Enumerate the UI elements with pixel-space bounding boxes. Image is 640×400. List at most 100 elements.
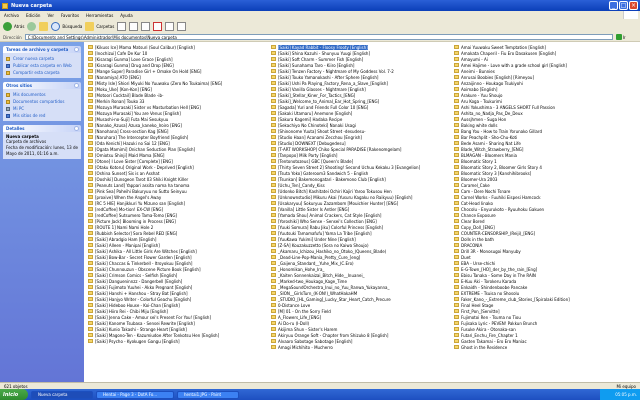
folder-icon bbox=[454, 159, 459, 163]
address-input[interactable]: C:\Documents and Settings\Administrador\… bbox=[24, 34, 613, 40]
file-name: [Sakura Kagemi] Hadaka Recipe bbox=[278, 116, 343, 122]
start-button[interactable]: Inicio bbox=[0, 389, 28, 400]
views-icon[interactable] bbox=[177, 21, 187, 31]
file-name: [Kisaragi Gunma] Love Grace [English] bbox=[95, 56, 173, 62]
collapse-icon[interactable] bbox=[74, 47, 79, 52]
folders-button[interactable]: Carpetas bbox=[85, 21, 114, 32]
place-my-documents[interactable]: Mis documentos bbox=[6, 91, 78, 98]
file-name: [Studio] DOWNEXT [Debugedesu] bbox=[278, 140, 346, 146]
file-name: [Ogata Mamimi] Onichan Seduction Plan [E… bbox=[95, 146, 196, 152]
taskbar-item-browser[interactable]: Hentai - Page 3 - DotA Fo... bbox=[96, 390, 174, 399]
place-my-computer[interactable]: Mi PC bbox=[6, 105, 78, 112]
menu-edicion[interactable]: Edición bbox=[26, 13, 40, 18]
folder-icon bbox=[454, 273, 459, 277]
folder-icon bbox=[454, 279, 459, 283]
task-new-folder[interactable]: Crear nueva carpeta bbox=[6, 55, 78, 62]
folder-icon bbox=[271, 261, 276, 265]
menu-herramientas[interactable]: Herramientas bbox=[86, 13, 113, 18]
file-item[interactable]: Ghost in the Residence bbox=[454, 344, 638, 350]
folder-icon bbox=[88, 75, 93, 79]
copy-icon[interactable] bbox=[129, 21, 139, 31]
file-name: [Kikuss Ice] Mama Matsuri (Soul Calibur)… bbox=[95, 44, 195, 50]
undo-icon[interactable] bbox=[165, 21, 175, 31]
file-name: _Honomikan_Hohe_Ira_ bbox=[278, 266, 325, 272]
file-name: [Saiki] Kanome Tsubasa - Sensei Rewrite … bbox=[95, 320, 195, 326]
file-name: [Saiki] Jenna Cake - Amour sei's Present… bbox=[95, 314, 211, 320]
go-arrow-icon bbox=[615, 34, 622, 40]
folder-icon bbox=[271, 339, 276, 343]
tasks-panel: Tareas de archivo y carpeta Crear nueva … bbox=[3, 46, 81, 78]
folder-icon bbox=[271, 111, 276, 115]
task-share-folder[interactable]: Compartir esta carpeta bbox=[6, 69, 78, 76]
move-icon[interactable] bbox=[141, 21, 151, 31]
file-item[interactable]: Amagi Michihito - Mucherro bbox=[271, 344, 451, 350]
menu-ver[interactable]: Ver bbox=[47, 13, 54, 18]
folder-icon bbox=[88, 303, 93, 307]
folder-icon bbox=[271, 171, 276, 175]
folder-icon bbox=[271, 333, 276, 337]
sync-icon[interactable] bbox=[117, 21, 127, 31]
go-button[interactable]: Ir bbox=[615, 34, 626, 40]
file-name: Fujimotoi Ren - Tsuma no Tiou bbox=[461, 314, 521, 320]
details-panel-header[interactable]: Detalles bbox=[3, 125, 81, 132]
file-item[interactable]: [Saiki] Psycho - Kyokugen Gangu [English… bbox=[88, 338, 268, 344]
task-label: Publicar esta carpeta en Web bbox=[13, 63, 72, 68]
file-name: [Saiki] Shina Kazuhi - Shunyuu Yuugi [En… bbox=[278, 50, 371, 56]
file-name: [Kisaragi Gunma] Drug and Drop [ENG] bbox=[95, 62, 174, 68]
close-button[interactable]: × bbox=[629, 1, 638, 10]
file-name: Amei Hajime - Love with a grade school g… bbox=[461, 62, 567, 68]
folder-icon bbox=[271, 267, 276, 271]
file-name: Chance Exposure bbox=[461, 212, 496, 218]
folder-icon bbox=[271, 285, 276, 289]
go-label: Ir bbox=[622, 34, 626, 40]
window-title: Nueva carpeta bbox=[11, 2, 53, 9]
file-name: [Tsuta Yoko] Gateroom3 Sandwich 5 - Engl… bbox=[278, 170, 369, 176]
place-network[interactable]: Mis sitios de red bbox=[6, 112, 78, 119]
folder-icon bbox=[454, 99, 459, 103]
folder-icon bbox=[454, 189, 459, 193]
minimize-button[interactable]: _ bbox=[609, 1, 618, 10]
file-name: Dolls in the bath bbox=[461, 236, 494, 242]
back-button[interactable]: Atrás bbox=[3, 21, 24, 32]
folder-icon bbox=[271, 153, 276, 157]
folder-icon bbox=[88, 213, 93, 217]
menu-favoritos[interactable]: Favoritos bbox=[61, 13, 79, 18]
search-label: Búsqueda bbox=[62, 23, 83, 29]
forward-button[interactable] bbox=[27, 21, 37, 32]
folder-icon bbox=[454, 297, 459, 301]
maximize-button[interactable]: □ bbox=[619, 1, 628, 10]
folder-icon bbox=[88, 279, 93, 283]
folder-icon bbox=[88, 315, 93, 319]
taskbar: Inicio Nueva carpeta Hentai - Page 3 - D… bbox=[0, 389, 640, 400]
place-shared-documents[interactable]: Documentos compartidos bbox=[6, 98, 78, 105]
file-name: [Rubbish Selector] Sora Rebel RED [ENG] bbox=[95, 230, 178, 236]
folder-icon bbox=[271, 63, 276, 67]
task-publish-web[interactable]: Publicar esta carpeta en Web bbox=[6, 62, 78, 69]
file-name: Bar Peachplit - Sho-Chu-Koti bbox=[461, 134, 518, 140]
collapse-icon[interactable] bbox=[74, 126, 79, 131]
places-panel-header[interactable]: Otros sitios bbox=[3, 82, 81, 89]
file-name: [Otone] I Love Sister [Complete] [ENG] bbox=[95, 158, 173, 164]
folder-icon bbox=[454, 219, 459, 223]
tasks-panel-header[interactable]: Tareas de archivo y carpeta bbox=[3, 46, 81, 53]
start-label: Inicio bbox=[3, 391, 19, 398]
file-column-3: Amai Yuuwaku Sweet Temptation [English] A… bbox=[454, 44, 638, 350]
menu-ayuda[interactable]: Ayuda bbox=[120, 13, 132, 18]
folder-icon bbox=[454, 261, 459, 265]
folder-icon bbox=[271, 273, 276, 277]
folder-icon bbox=[271, 219, 276, 223]
folder-icon bbox=[88, 105, 93, 109]
search-button[interactable]: Búsqueda bbox=[51, 21, 82, 32]
collapse-icon[interactable] bbox=[74, 83, 79, 88]
menu-archivo[interactable]: Archivo bbox=[4, 13, 19, 18]
folder-icon bbox=[454, 195, 459, 199]
up-button[interactable] bbox=[39, 21, 49, 32]
folders-label: Carpetas bbox=[96, 23, 115, 29]
taskbar-item-paint[interactable]: hentai1.JPG - Paint bbox=[177, 390, 239, 399]
delete-icon[interactable] bbox=[153, 21, 163, 31]
folder-icon bbox=[271, 147, 276, 151]
folder-icon bbox=[88, 291, 93, 295]
folder-icon bbox=[454, 213, 459, 217]
taskbar-item-explorer[interactable]: Nueva carpeta bbox=[31, 390, 93, 399]
folder-icon bbox=[271, 51, 276, 55]
